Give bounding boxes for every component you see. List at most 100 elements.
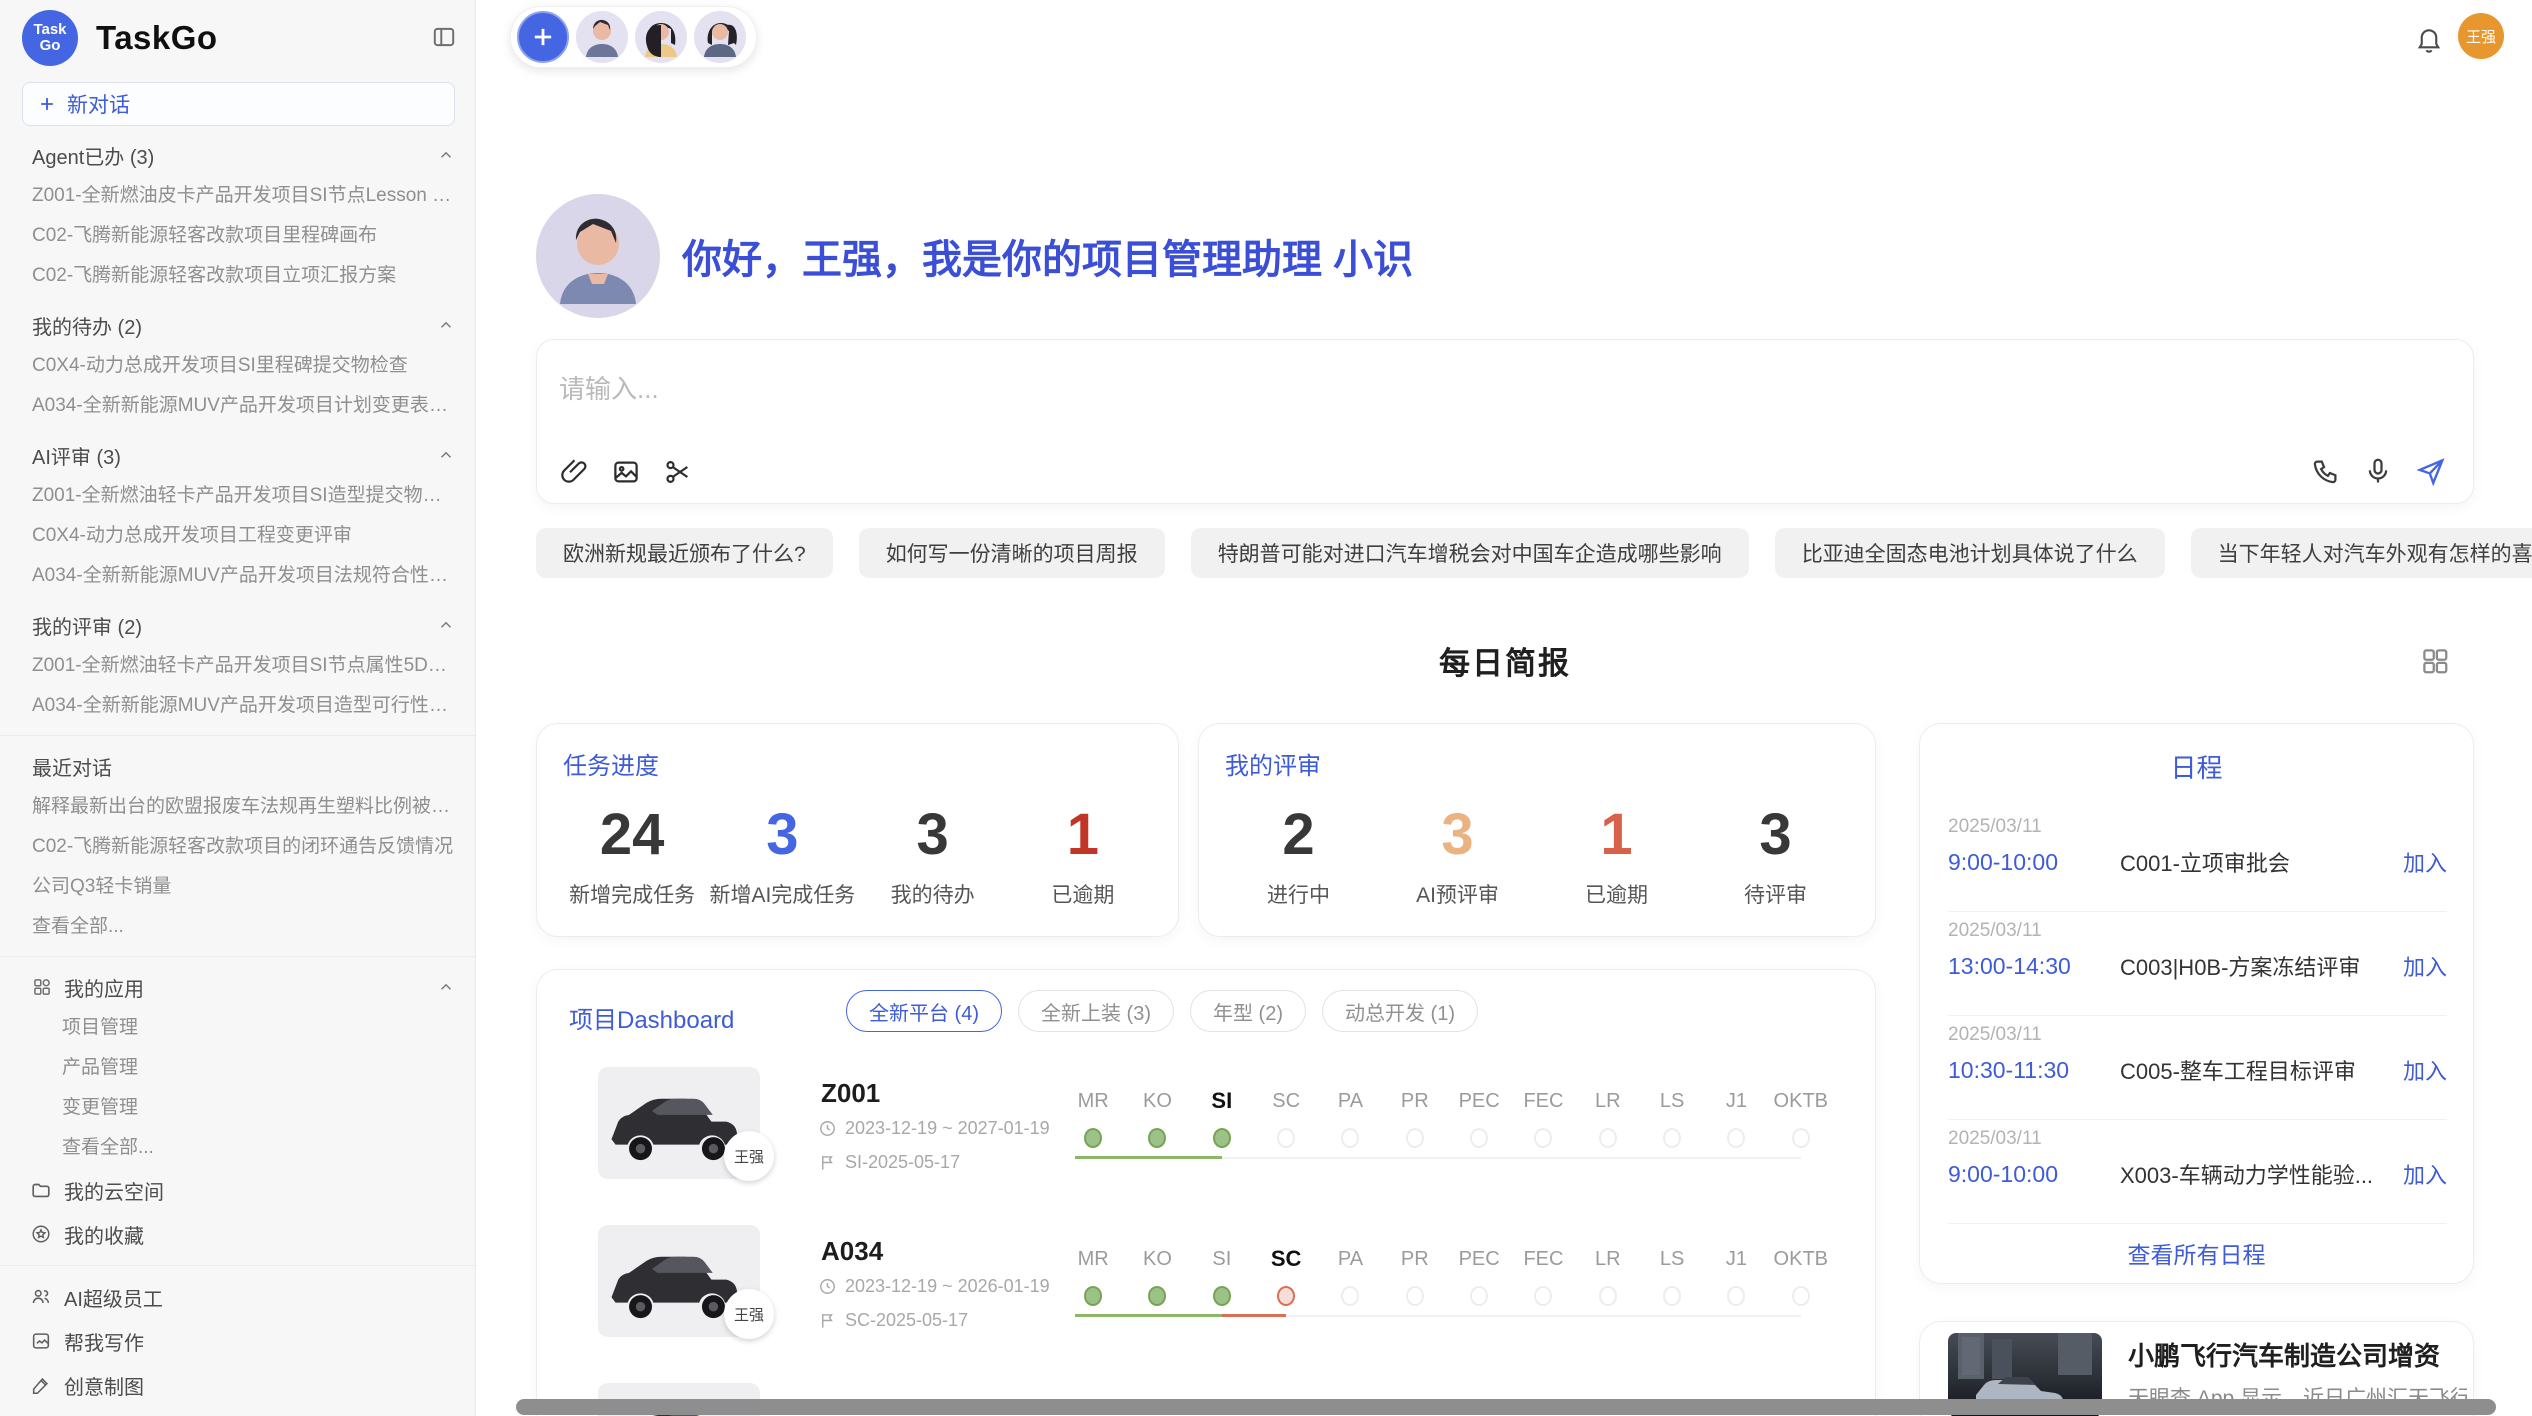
list-item[interactable]: Z001-全新燃油皮卡产品开发项目SI节点Lesson Learn报告	[0, 176, 475, 216]
tab-new-body[interactable]: 全新上装 (3)	[1018, 990, 1174, 1032]
suggestion-chip[interactable]: 当下年轻人对汽车外观有怎样的喜好趋势	[2191, 528, 2532, 578]
section-ai-review[interactable]: AI评审 (3)	[0, 434, 475, 476]
milestone-stop[interactable]: J1	[1704, 1060, 1768, 1148]
layout-grid-icon[interactable]	[2420, 646, 2450, 676]
list-item[interactable]: C0X4-动力总成开发项目SI里程碑提交物检查	[0, 346, 475, 386]
horizontal-scrollbar[interactable]	[516, 1399, 2496, 1415]
app-item-project-mgmt[interactable]: 项目管理	[0, 1008, 475, 1048]
list-item[interactable]: C02-飞腾新能源轻客改款项目立项汇报方案	[0, 256, 475, 296]
view-all-link[interactable]: 查看全部...	[0, 1128, 475, 1168]
milestone-stop[interactable]: PA	[1318, 1218, 1382, 1306]
suggestion-chip[interactable]: 欧洲新规最近颁布了什么?	[536, 528, 833, 578]
milestone-stop[interactable]: OKTB	[1769, 1060, 1833, 1148]
recent-chat-item[interactable]: 解释最新出台的欧盟报废车法规再生塑料比例被调至15%...	[0, 787, 475, 827]
app-item-change-mgmt[interactable]: 变更管理	[0, 1088, 475, 1128]
milestone-stop[interactable]: LS	[1640, 1218, 1704, 1306]
collapse-sidebar-icon[interactable]	[431, 24, 457, 50]
stat-label: 待评审	[1744, 879, 1807, 909]
user-avatar[interactable]: 王强	[2458, 13, 2504, 59]
suggestion-chip[interactable]: 比亚迪全固态电池计划具体说了什么	[1775, 528, 2165, 578]
avatar[interactable]	[576, 11, 628, 63]
section-my-todo[interactable]: 我的待办 (2)	[0, 304, 475, 346]
milestone-stop[interactable]: PR	[1383, 1218, 1447, 1306]
avatar[interactable]	[635, 11, 687, 63]
schedule-date: 2025/03/11	[1948, 1024, 2042, 1046]
scissors-icon[interactable]	[663, 457, 693, 487]
milestone-label: J1	[1726, 1244, 1747, 1274]
milestone-stop[interactable]: J1	[1704, 1218, 1768, 1306]
milestone-stop[interactable]: SI	[1190, 1218, 1254, 1306]
list-item[interactable]: Z001-全新燃油轻卡产品开发项目SI节点属性5D文件评审	[0, 646, 475, 686]
section-my-apps[interactable]: 我的应用	[0, 966, 475, 1008]
list-item[interactable]: C0X4-动力总成开发项目工程变更评审	[0, 516, 475, 556]
milestone-stop[interactable]: PEC	[1447, 1060, 1511, 1148]
sidebar-item-help-write[interactable]: 帮我写作	[0, 1319, 475, 1363]
milestone-stop[interactable]: MR	[1061, 1060, 1125, 1148]
project-row[interactable]: 王强 A034 2023-12-19 ~ 2026-01-19 SC-2025-…	[537, 1218, 1876, 1376]
recent-chat-item[interactable]: 公司Q3轻卡销量	[0, 867, 475, 907]
milestone-label: PA	[1338, 1086, 1363, 1116]
milestone-stop[interactable]: OKTB	[1769, 1218, 1833, 1306]
milestone-stop[interactable]: SC	[1254, 1218, 1318, 1306]
milestone-stop[interactable]: LR	[1576, 1218, 1640, 1306]
project-dates: 2023-12-19 ~ 2026-01-19	[818, 1276, 1050, 1297]
tab-model-year[interactable]: 年型 (2)	[1190, 990, 1306, 1032]
list-item[interactable]: A034-全新新能源MUV产品开发项目法规符合性评审	[0, 556, 475, 596]
join-link[interactable]: 加入	[2403, 1158, 2447, 1190]
milestone-stop[interactable]: LS	[1640, 1060, 1704, 1148]
sidebar-item-creative-draw[interactable]: 创意制图	[0, 1363, 475, 1407]
milestone-stop[interactable]: FEC	[1511, 1218, 1575, 1306]
join-link[interactable]: 加入	[2403, 950, 2447, 982]
milestone-dot	[1663, 1128, 1681, 1148]
section-agent-done[interactable]: Agent已办 (3)	[0, 134, 475, 176]
suggestion-chip[interactable]: 如何写一份清晰的项目周报	[859, 528, 1165, 578]
sidebar-item-label: 我的云空间	[64, 1176, 164, 1205]
project-row[interactable]: 王强 Z001 2023-12-19 ~ 2027-01-19 SI-2025-…	[537, 1060, 1876, 1218]
milestone-stop[interactable]: PEC	[1447, 1218, 1511, 1306]
stat-label: 已逾期	[1585, 879, 1648, 909]
recent-chat-item[interactable]: C02-飞腾新能源轻客改款项目的闭环通告反馈情况	[0, 827, 475, 867]
milestone-stop[interactable]: PA	[1318, 1060, 1382, 1148]
join-link[interactable]: 加入	[2403, 1054, 2447, 1086]
milestone-label: FEC	[1523, 1244, 1563, 1274]
add-member-button[interactable]	[517, 11, 569, 63]
attachment-icon[interactable]	[559, 457, 589, 487]
stat: 3 新增AI完成任务	[707, 788, 857, 926]
list-item[interactable]: C02-飞腾新能源轻客改款项目里程碑画布	[0, 216, 475, 256]
avatar[interactable]	[694, 11, 746, 63]
view-all-link[interactable]: 查看全部...	[0, 907, 475, 947]
cloud-folder-icon	[30, 1179, 52, 1201]
milestone-stop[interactable]: SC	[1254, 1060, 1318, 1148]
suggestion-chip[interactable]: 特朗普可能对进口汽车增税会对中国车企造成哪些影响	[1191, 528, 1749, 578]
list-item[interactable]: A034-全新新能源MUV产品开发项目计划变更表编写	[0, 386, 475, 426]
app-item-product-mgmt[interactable]: 产品管理	[0, 1048, 475, 1088]
milestone-stop[interactable]: SI	[1190, 1060, 1254, 1148]
microphone-icon[interactable]	[2363, 456, 2393, 486]
section-my-review[interactable]: 我的评审 (2)	[0, 604, 475, 646]
milestone-label: LR	[1595, 1086, 1621, 1116]
milestone-stop[interactable]: KO	[1125, 1218, 1189, 1306]
notification-bell-icon[interactable]	[2414, 24, 2444, 54]
milestone-stop[interactable]: LR	[1576, 1060, 1640, 1148]
schedule-title: 日程	[1920, 748, 2473, 785]
milestone-stop[interactable]: FEC	[1511, 1060, 1575, 1148]
join-link[interactable]: 加入	[2403, 846, 2447, 878]
sidebar-item-ai-staff[interactable]: AI超级员工	[0, 1275, 475, 1319]
milestone-stop[interactable]: KO	[1125, 1060, 1189, 1148]
sidebar-scroll[interactable]: Agent已办 (3) Z001-全新燃油皮卡产品开发项目SI节点Lesson …	[0, 126, 475, 1416]
milestone-stop[interactable]: PR	[1383, 1060, 1447, 1148]
send-icon[interactable]	[2415, 455, 2447, 487]
sidebar-item-favorites[interactable]: 我的收藏	[0, 1212, 475, 1256]
input-actions	[2311, 455, 2447, 487]
view-all-schedule-link[interactable]: 查看所有日程	[1920, 1236, 2473, 1270]
new-chat-button[interactable]: 新对话	[22, 82, 455, 126]
phone-icon[interactable]	[2311, 456, 2341, 486]
image-upload-icon[interactable]	[611, 457, 641, 487]
list-item[interactable]: Z001-全新燃油轻卡产品开发项目SI造型提交物评审	[0, 476, 475, 516]
tab-new-platform[interactable]: 全新平台 (4)	[846, 990, 1002, 1032]
milestone-stop[interactable]: MR	[1061, 1218, 1125, 1306]
chat-input[interactable]	[559, 358, 2213, 420]
sidebar-item-cloud-space[interactable]: 我的云空间	[0, 1168, 475, 1212]
tab-powertrain[interactable]: 动总开发 (1)	[1322, 990, 1478, 1032]
list-item[interactable]: A034-全新新能源MUV产品开发项目造型可行性评审	[0, 686, 475, 726]
